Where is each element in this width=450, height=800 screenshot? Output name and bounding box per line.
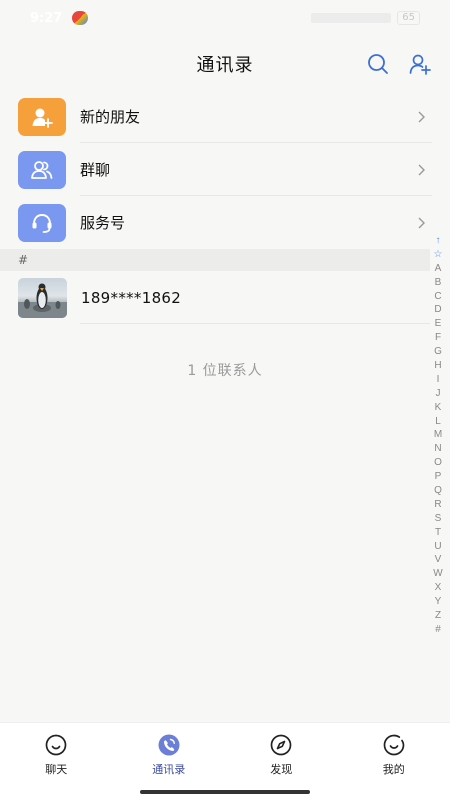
status-time: 9:27 <box>30 10 63 26</box>
index-letter[interactable]: U <box>434 540 441 554</box>
contact-name: 189****1862 <box>81 289 182 307</box>
header-actions <box>366 52 432 76</box>
add-contact-icon[interactable] <box>408 52 432 76</box>
index-letter[interactable]: E <box>435 317 442 331</box>
tab-contacts-label: 通讯录 <box>152 763 186 776</box>
index-letter[interactable]: ↑ <box>436 234 441 248</box>
index-letter[interactable]: K <box>435 401 442 415</box>
index-letter[interactable]: ☆ <box>434 248 443 262</box>
tab-me[interactable]: 我的 <box>338 723 450 800</box>
index-letter[interactable]: P <box>435 470 442 484</box>
chat-icon <box>44 733 68 757</box>
service-account-item[interactable]: 服务号 <box>0 196 450 249</box>
status-left: 9:27 <box>30 10 89 26</box>
service-account-label: 服务号 <box>80 214 126 232</box>
group-chat-item[interactable]: 群聊 <box>0 143 450 196</box>
search-icon[interactable] <box>366 52 390 76</box>
index-letter[interactable]: L <box>435 415 441 429</box>
menu-list: 新的朋友 群聊 服务号 <box>0 90 450 249</box>
index-letter[interactable]: I <box>437 373 440 387</box>
index-letter[interactable]: Y <box>435 595 442 609</box>
header: 通讯录 <box>0 44 450 84</box>
profile-icon <box>382 733 406 757</box>
index-letter[interactable]: Z <box>435 609 441 623</box>
tab-discover-label: 发现 <box>270 763 293 776</box>
index-letter[interactable]: H <box>434 359 441 373</box>
headset-icon <box>18 203 66 242</box>
avatar <box>18 278 67 318</box>
index-letter[interactable]: # <box>435 623 441 637</box>
index-letter[interactable]: T <box>435 526 441 540</box>
index-letter[interactable]: V <box>435 553 442 567</box>
page-title: 通讯录 <box>196 55 254 76</box>
status-bar: 9:27 65 <box>0 0 450 36</box>
alphabet-index[interactable]: ↑ ☆ A B C D E F G H I J K L M N O P Q R S T U V W X Y Z # <box>432 234 444 637</box>
contacts-icon <box>157 733 181 757</box>
index-letter[interactable]: A <box>435 262 442 276</box>
new-friends-item[interactable]: 新的朋友 <box>0 90 450 143</box>
index-letter[interactable]: J <box>436 387 441 401</box>
signal-icons <box>311 13 392 23</box>
tab-bar: 聊天 通讯录 发现 我的 <box>0 722 450 800</box>
index-letter[interactable]: M <box>434 428 442 442</box>
tab-contacts[interactable]: 通讯录 <box>113 723 226 800</box>
battery-icon: 65 <box>397 11 420 25</box>
index-letter[interactable]: C <box>434 290 441 304</box>
index-letter[interactable]: S <box>435 512 442 526</box>
contact-row[interactable]: 189****1862 <box>0 276 430 324</box>
contact-count: 1 位联系人 <box>187 363 263 379</box>
new-friends-label: 新的朋友 <box>80 108 141 126</box>
index-letter[interactable]: N <box>434 442 441 456</box>
compass-icon <box>269 733 293 757</box>
index-letter[interactable]: B <box>435 276 442 290</box>
group-icon <box>18 150 66 189</box>
chevron-right-icon <box>418 108 426 127</box>
chevron-right-icon <box>418 161 426 180</box>
tab-chat[interactable]: 聊天 <box>0 723 113 800</box>
index-letter[interactable]: X <box>435 581 442 595</box>
status-right: 65 <box>311 11 420 25</box>
index-letter[interactable]: F <box>435 331 441 345</box>
home-indicator <box>140 790 310 794</box>
tab-me-label: 我的 <box>382 763 405 776</box>
divider <box>80 323 430 324</box>
index-letter[interactable]: W <box>433 567 442 581</box>
index-letter[interactable]: R <box>434 498 441 512</box>
tab-chat-label: 聊天 <box>45 763 68 776</box>
index-letter[interactable]: G <box>434 345 442 359</box>
index-letter[interactable]: O <box>434 456 442 470</box>
tab-discover[interactable]: 发现 <box>225 723 338 800</box>
group-chat-label: 群聊 <box>80 161 111 179</box>
index-letter[interactable]: D <box>434 303 441 317</box>
add-friend-icon <box>18 97 66 136</box>
section-header: # <box>0 249 430 271</box>
chevron-right-icon <box>418 214 426 233</box>
notification-app-icon <box>72 11 89 25</box>
index-letter[interactable]: Q <box>434 484 442 498</box>
